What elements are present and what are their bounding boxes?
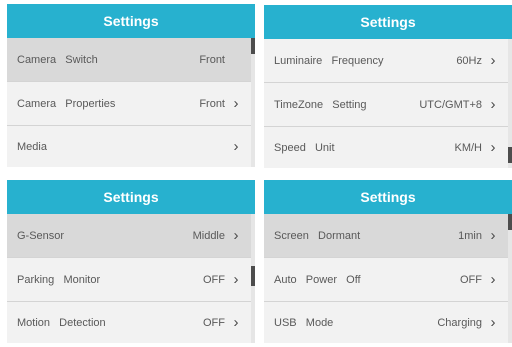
- row-motion-detection[interactable]: Motion Detection OFF ›: [7, 302, 251, 343]
- row-g-sensor[interactable]: G-Sensor Middle ›: [7, 214, 251, 258]
- chevron-right-icon: ›: [490, 314, 496, 331]
- chevron-right-icon: ›: [233, 95, 239, 112]
- settings-panel-3: Settings G-Sensor Middle › Parking Monito…: [7, 180, 255, 343]
- panel-title: Settings: [7, 4, 255, 38]
- scrollbar[interactable]: [251, 38, 255, 167]
- row-value: OFF: [460, 273, 482, 286]
- row-label: Camera Properties: [17, 97, 116, 110]
- row-luminaire-frequency[interactable]: Luminaire Frequency 60Hz ›: [264, 39, 508, 83]
- row-usb-mode[interactable]: USB Mode Charging ›: [264, 302, 508, 343]
- scrollbar-thumb[interactable]: [251, 38, 255, 54]
- row-value: OFF: [203, 316, 225, 329]
- row-value: OFF: [203, 273, 225, 286]
- settings-panel-4: Settings Screen Dormant 1min › Auto Power…: [264, 180, 512, 343]
- row-value: UTC/GMT+8: [419, 98, 482, 111]
- chevron-right-icon: ›: [233, 227, 239, 244]
- chevron-right-icon: ›: [490, 96, 496, 113]
- scrollbar-thumb[interactable]: [251, 266, 255, 286]
- chevron-right-icon: ›: [490, 139, 496, 156]
- row-media[interactable]: Media ›: [7, 126, 251, 167]
- row-value: Front: [199, 97, 225, 110]
- row-label: Camera Switch: [17, 53, 98, 66]
- row-value: Front: [199, 53, 225, 66]
- panel-title: Settings: [264, 5, 512, 39]
- row-value: Middle: [192, 229, 225, 242]
- settings-panel-1: Settings Camera Switch Front Camera Prop…: [7, 4, 255, 167]
- row-auto-power-off[interactable]: Auto Power Off OFF ›: [264, 258, 508, 302]
- row-label: Motion Detection: [17, 316, 106, 329]
- row-value: KM/H: [454, 141, 483, 154]
- chevron-right-icon: ›: [490, 227, 496, 244]
- row-speed-unit[interactable]: Speed Unit KM/H ›: [264, 127, 508, 168]
- row-label: Media: [17, 140, 47, 153]
- scrollbar[interactable]: [508, 214, 512, 343]
- row-value: 1min: [458, 229, 482, 242]
- chevron-right-icon: ›: [233, 138, 239, 155]
- row-parking-monitor[interactable]: Parking Monitor OFF ›: [7, 258, 251, 302]
- panel-title: Settings: [7, 180, 255, 214]
- scrollbar-thumb[interactable]: [508, 214, 512, 230]
- scrollbar[interactable]: [251, 214, 255, 343]
- row-screen-dormant[interactable]: Screen Dormant 1min ›: [264, 214, 508, 258]
- row-label: Auto Power Off: [274, 273, 361, 286]
- row-label: Parking Monitor: [17, 273, 101, 286]
- scrollbar[interactable]: [508, 39, 512, 168]
- row-label: Luminaire Frequency: [274, 54, 384, 67]
- row-camera-properties[interactable]: Camera Properties Front ›: [7, 82, 251, 126]
- panel-title: Settings: [264, 180, 512, 214]
- scrollbar-thumb[interactable]: [508, 147, 512, 163]
- settings-panel-2: Settings Luminaire Frequency 60Hz › TimeZ…: [264, 5, 512, 168]
- row-value: 60Hz: [456, 54, 482, 67]
- row-label: G-Sensor: [17, 229, 65, 242]
- row-label: Screen Dormant: [274, 229, 361, 242]
- row-label: USB Mode: [274, 316, 334, 329]
- row-value: Charging: [437, 316, 482, 329]
- chevron-right-icon: ›: [233, 271, 239, 288]
- row-timezone-setting[interactable]: TimeZone Setting UTC/GMT+8 ›: [264, 83, 508, 127]
- chevron-right-icon: ›: [490, 52, 496, 69]
- row-label: TimeZone Setting: [274, 98, 367, 111]
- row-camera-switch[interactable]: Camera Switch Front: [7, 38, 251, 82]
- row-label: Speed Unit: [274, 141, 335, 154]
- chevron-right-icon: ›: [233, 314, 239, 331]
- chevron-right-icon: ›: [490, 271, 496, 288]
